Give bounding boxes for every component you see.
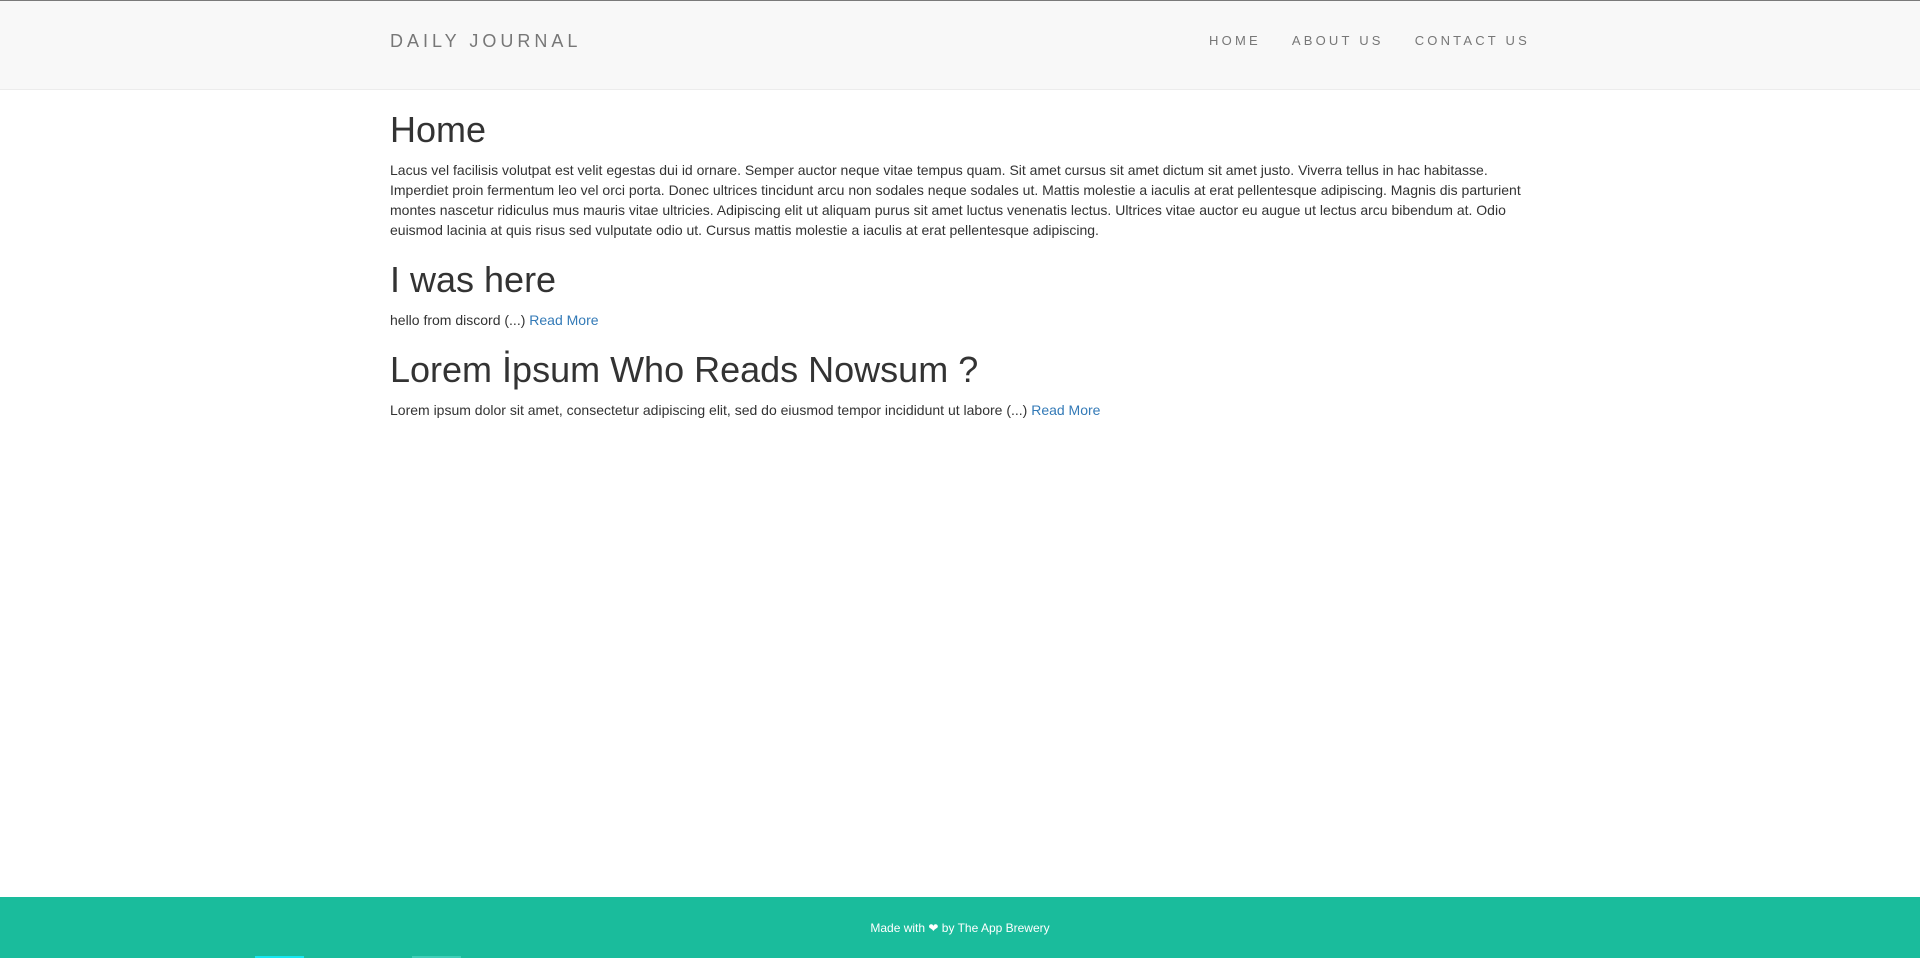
post-title: Lorem İpsum Who Reads Nowsum ? [390,349,979,390]
footer: Made with ❤ by The App Brewery [0,897,1920,958]
main-content: Home Lacus vel facilisis volutpat est ve… [390,90,1530,430]
heart-icon: ❤ [928,921,939,935]
nav-menu: HOME ABOUT US CONTACT US [1209,33,1530,49]
nav-contact-link[interactable]: CONTACT US [1415,33,1530,49]
nav-home-link[interactable]: HOME [1209,33,1261,49]
page-title: Home [390,109,487,150]
post-excerpt-text: Lorem ipsum dolor sit amet, consectetur … [390,402,1028,418]
site-brand[interactable]: DAILY JOURNAL [390,29,581,53]
home-intro-text: Lacus vel facilisis volutpat est velit e… [390,162,1521,238]
post-excerpt-text: hello from discord (...) [390,312,526,328]
post-title: I was here [390,259,557,300]
footer-credit: by The App Brewery [941,921,1050,935]
post-excerpt: hello from discord (...) Read More [390,310,1530,330]
navbar: DAILY JOURNAL HOME ABOUT US CONTACT US [0,0,1920,90]
read-more-link[interactable]: Read More [529,312,598,328]
footer-made-with: Made with [870,921,926,935]
nav-about-link[interactable]: ABOUT US [1292,33,1384,49]
read-more-link[interactable]: Read More [1031,402,1100,418]
post-excerpt: Lorem ipsum dolor sit amet, consectetur … [390,400,1530,420]
